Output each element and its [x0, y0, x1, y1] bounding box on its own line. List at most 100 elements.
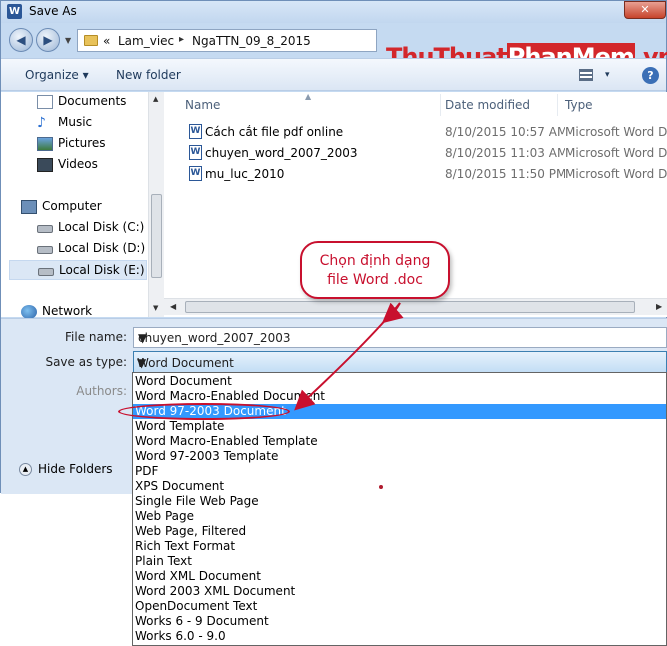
- callout-line-2: file Word .doc: [327, 272, 423, 288]
- nav-item-label: Pictures: [58, 136, 106, 150]
- nav-item-local-disk-d[interactable]: Local Disk (D:): [9, 239, 147, 259]
- scrollbar-thumb[interactable]: [185, 301, 635, 313]
- new-folder-button[interactable]: New folder: [116, 68, 181, 82]
- pictures-icon: [37, 137, 53, 151]
- file-date: 8/10/2015 11:03 AM: [445, 146, 565, 160]
- breadcrumb-separator-icon[interactable]: ▸: [179, 34, 184, 45]
- documents-icon: [37, 95, 53, 109]
- annotation-callout: Chọn định dạng file Word .doc: [300, 241, 450, 299]
- save-type-option[interactable]: Word XML Document: [133, 569, 666, 584]
- highlight-ellipse: [118, 403, 290, 420]
- forward-button[interactable]: ▶: [36, 28, 60, 52]
- help-icon[interactable]: ?: [642, 67, 659, 84]
- save-type-option[interactable]: Word Macro-Enabled Document: [133, 389, 666, 404]
- recent-pages-dropdown-icon[interactable]: ▼: [65, 36, 71, 45]
- file-name: chuyen_word_2007_2003: [205, 146, 358, 160]
- scroll-left-arrow-icon[interactable]: ◀: [170, 302, 176, 311]
- save-type-option[interactable]: Web Page: [133, 509, 666, 524]
- hide-folders-label: Hide Folders: [38, 462, 113, 476]
- save-type-option[interactable]: OpenDocument Text: [133, 599, 666, 614]
- column-header-type[interactable]: Type: [558, 94, 667, 116]
- save-type-option[interactable]: Single File Web Page: [133, 494, 666, 509]
- breadcrumb-lam-viec[interactable]: Lam_viec: [118, 34, 174, 48]
- file-list-hscrollbar[interactable]: ◀ ▶: [164, 298, 667, 315]
- file-date: 8/10/2015 11:50 PM: [445, 167, 565, 181]
- file-name-field[interactable]: chuyen_word_2007_2003 ▼: [133, 327, 667, 348]
- authors-label: Authors:: [76, 384, 127, 398]
- save-type-option[interactable]: Rich Text Format: [133, 539, 666, 554]
- nav-item-local-disk-e[interactable]: Local Disk (E:): [9, 260, 147, 280]
- save-as-type-select[interactable]: Word Document ▼: [133, 351, 667, 373]
- breadcrumb-current-folder[interactable]: NgaTTN_09_8_2015: [192, 34, 311, 48]
- save-type-option[interactable]: Web Page, Filtered: [133, 524, 666, 539]
- nav-item-documents[interactable]: Documents: [9, 92, 147, 112]
- title-bar: W Save As ✕: [1, 1, 666, 23]
- collapse-up-icon: ▲: [19, 463, 32, 476]
- file-row[interactable]: W chuyen_word_2007_2003 8/10/2015 11:03 …: [184, 143, 667, 163]
- save-type-option[interactable]: Works 6 - 9 Document: [133, 614, 666, 629]
- word-document-icon: W: [189, 124, 202, 139]
- nav-item-computer[interactable]: Computer: [0, 197, 131, 217]
- file-name-label: File name:: [65, 330, 127, 344]
- column-header-date[interactable]: Date modified: [438, 94, 558, 116]
- navigation-pane: Documents ♪ Music Pictures Videos Comput…: [0, 92, 164, 319]
- save-type-option[interactable]: Word 97-2003 Template: [133, 449, 666, 464]
- save-type-option[interactable]: Word Macro-Enabled Template: [133, 434, 666, 449]
- chevron-down-icon[interactable]: ▼: [137, 356, 662, 370]
- nav-item-label: Music: [58, 115, 93, 129]
- nav-item-label: Local Disk (D:): [58, 241, 146, 255]
- save-type-option[interactable]: Plain Text: [133, 554, 666, 569]
- file-name: Cách cắt file pdf online: [205, 125, 344, 139]
- scrollbar-thumb[interactable]: [151, 194, 162, 278]
- file-row[interactable]: W mu_luc_2010 8/10/2015 11:50 PM Microso…: [184, 164, 667, 184]
- nav-item-music[interactable]: ♪ Music: [9, 113, 147, 133]
- change-view-icon[interactable]: [579, 69, 593, 81]
- nav-item-label: Computer: [42, 199, 102, 213]
- scroll-down-arrow-icon[interactable]: ▼: [153, 304, 158, 312]
- close-button[interactable]: ✕: [624, 1, 666, 19]
- breadcrumb-overflow[interactable]: «: [103, 34, 110, 48]
- word-app-icon: W: [7, 4, 22, 19]
- save-type-option[interactable]: XPS Document: [133, 479, 666, 494]
- nav-item-local-disk-c[interactable]: Local Disk (C:): [9, 218, 147, 238]
- file-name: mu_luc_2010: [205, 167, 285, 181]
- network-icon: [21, 305, 37, 319]
- file-type: Microsoft Word D...: [565, 146, 667, 160]
- file-date: 8/10/2015 10:57 AM: [445, 125, 565, 139]
- navpane-scrollbar[interactable]: ▲ ▼: [148, 92, 164, 317]
- music-icon: ♪: [37, 115, 46, 131]
- nav-item-label: Local Disk (C:): [58, 220, 145, 234]
- file-row[interactable]: W Cách cắt file pdf online 8/10/2015 10:…: [184, 122, 667, 142]
- disk-icon: [37, 246, 53, 254]
- save-type-option[interactable]: Word Template: [133, 419, 666, 434]
- scroll-right-arrow-icon[interactable]: ▶: [656, 302, 662, 311]
- navigation-bar: ◀ ▶ ▼ « Lam_viec ▸ NgaTTN_09_8_2015 ThuT…: [1, 25, 667, 71]
- save-type-option[interactable]: Works 6.0 - 9.0: [133, 629, 666, 644]
- back-button[interactable]: ◀: [9, 28, 33, 52]
- file-type: Microsoft Word D...: [565, 125, 667, 139]
- window-title: Save As: [29, 4, 77, 18]
- word-document-icon: W: [189, 166, 202, 181]
- address-bar[interactable]: « Lam_viec ▸ NgaTTN_09_8_2015: [77, 29, 377, 52]
- hide-folders-button[interactable]: ▲ Hide Folders: [19, 462, 113, 476]
- organize-menu[interactable]: Organize ▾: [25, 68, 89, 82]
- disk-icon: [38, 268, 54, 276]
- save-type-option[interactable]: Word Document: [133, 374, 666, 389]
- column-header-name[interactable]: Name: [178, 94, 441, 116]
- nav-item-videos[interactable]: Videos: [9, 155, 147, 175]
- nav-item-pictures[interactable]: Pictures: [9, 134, 147, 154]
- callout-line-1: Chọn định dạng: [319, 253, 431, 269]
- save-type-option[interactable]: Word 2003 XML Document: [133, 584, 666, 599]
- save-as-type-label: Save as type:: [45, 355, 127, 369]
- computer-icon: [21, 200, 37, 214]
- nav-item-label: Local Disk (E:): [59, 263, 145, 277]
- word-document-icon: W: [189, 145, 202, 160]
- scroll-up-arrow-icon[interactable]: ▲: [153, 95, 158, 103]
- command-toolbar: Organize ▾ New folder ▾ ?: [1, 58, 666, 91]
- disk-icon: [37, 225, 53, 233]
- annotation-dot: [379, 485, 383, 489]
- chevron-down-icon[interactable]: ▼: [138, 331, 662, 345]
- save-type-option[interactable]: PDF: [133, 464, 666, 479]
- nav-item-label: Documents: [58, 94, 127, 108]
- view-options-dropdown[interactable]: ▾: [605, 70, 610, 80]
